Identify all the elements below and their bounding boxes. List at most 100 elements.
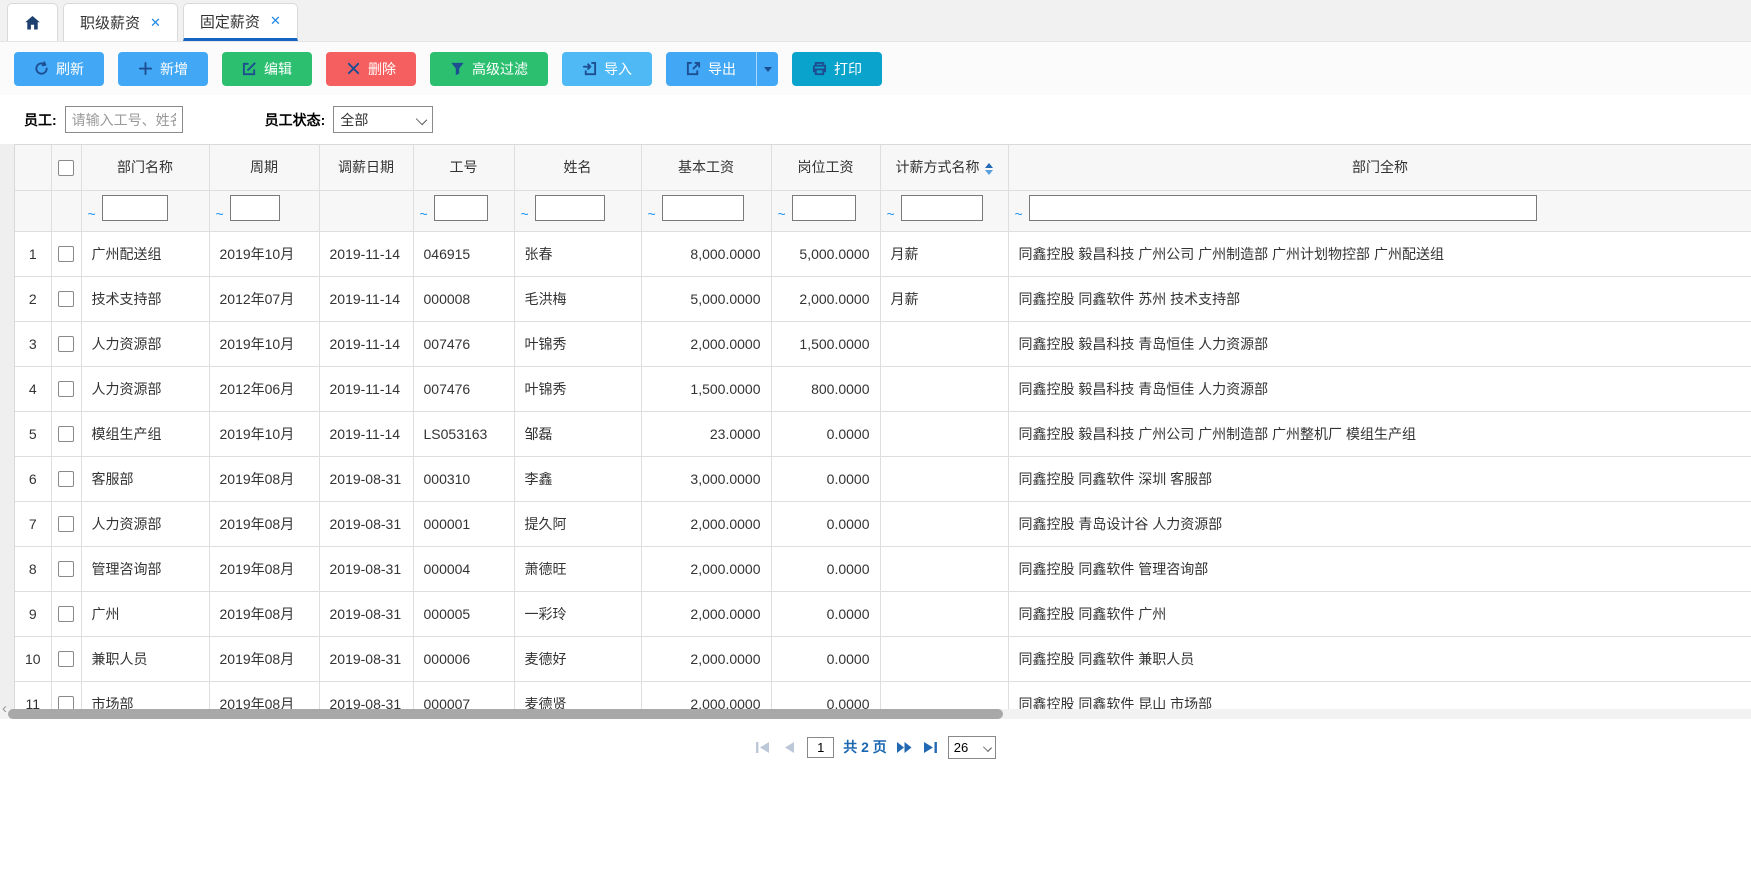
col-emp-no: 工号: [413, 145, 514, 190]
col-dept-full: 部门全称: [1008, 145, 1751, 190]
scroll-left-icon[interactable]: ‹: [2, 700, 7, 717]
cell-dept-full: 同鑫控股 毅昌科技 青岛恒佳 人力资源部: [1008, 366, 1751, 411]
cell-pay-method: [880, 321, 1008, 366]
prev-page-icon[interactable]: [781, 740, 798, 755]
sort-icon[interactable]: [985, 163, 993, 175]
last-page-icon[interactable]: [922, 740, 939, 755]
row-checkbox[interactable]: [58, 471, 74, 487]
row-checkbox[interactable]: [58, 336, 74, 352]
cell-emp-no: LS053163: [413, 411, 514, 456]
select-all-checkbox[interactable]: [58, 160, 74, 176]
row-checkbox[interactable]: [58, 381, 74, 397]
export-button[interactable]: 导出: [666, 52, 756, 86]
cell-dept-name: 广州: [81, 591, 209, 636]
print-button[interactable]: 打印: [792, 52, 882, 86]
delete-button[interactable]: 删除: [326, 52, 416, 86]
filter-input-name[interactable]: [535, 195, 605, 221]
row-checkbox[interactable]: [58, 291, 74, 307]
toolbar: 刷新 新增 编辑 删除 高级过滤 导入 导出 打印: [0, 42, 1751, 95]
row-checkbox-cell: [51, 276, 81, 321]
cell-name: 叶锦秀: [514, 366, 641, 411]
employee-status-label: 员工状态:: [265, 110, 326, 130]
home-icon: [24, 15, 41, 31]
table-row[interactable]: 8管理咨询部2019年08月2019-08-31000004萧德旺2,000.0…: [15, 546, 1751, 591]
cell-dept-name: 人力资源部: [81, 501, 209, 546]
filter-input-base-salary[interactable]: [662, 195, 744, 221]
import-button[interactable]: 导入: [562, 52, 652, 86]
table-row[interactable]: 1广州配送组2019年10月2019-11-14046915张春8,000.00…: [15, 231, 1751, 276]
cell-base-salary: 23.0000: [641, 411, 771, 456]
row-number: 2: [15, 276, 51, 321]
cell-emp-no: 000004: [413, 546, 514, 591]
filter-input-emp-no[interactable]: [434, 195, 488, 221]
filter-input-dept-full[interactable]: [1029, 195, 1537, 221]
row-checkbox[interactable]: [58, 696, 74, 709]
row-checkbox[interactable]: [58, 651, 74, 667]
table-row[interactable]: 6客服部2019年08月2019-08-31000310李鑫3,000.0000…: [15, 456, 1751, 501]
cell-adjust-date: 2019-08-31: [319, 456, 413, 501]
cell-pay-method: [880, 366, 1008, 411]
cell-dept-full: 同鑫控股 毅昌科技 广州公司 广州制造部 广州计划物控部 广州配送组: [1008, 231, 1751, 276]
close-icon[interactable]: ✕: [150, 15, 161, 31]
tab-guding-xinzi[interactable]: 固定薪资 ✕: [183, 3, 298, 41]
row-number: 11: [15, 681, 51, 709]
cell-period: 2012年07月: [209, 276, 319, 321]
row-checkbox-cell: [51, 591, 81, 636]
home-tab[interactable]: [7, 3, 58, 41]
cell-period: 2019年10月: [209, 231, 319, 276]
header-rownum: [15, 145, 51, 190]
funnel-icon: [450, 61, 465, 76]
filter-input-period[interactable]: [230, 195, 280, 221]
plus-icon: [138, 61, 153, 76]
cell-pay-method: [880, 411, 1008, 456]
cell-period: 2019年08月: [209, 591, 319, 636]
cell-adjust-date: 2019-11-14: [319, 231, 413, 276]
horizontal-scrollbar[interactable]: ‹: [0, 709, 1751, 719]
next-page-icon[interactable]: [896, 740, 913, 755]
scrollbar-thumb[interactable]: [8, 709, 1003, 719]
filter-input-pay-method[interactable]: [901, 195, 983, 221]
row-checkbox-cell: [51, 366, 81, 411]
table-row[interactable]: 10兼职人员2019年08月2019-08-31000006麦德好2,000.0…: [15, 636, 1751, 681]
page-size-select[interactable]: 26: [948, 736, 996, 759]
add-button[interactable]: 新增: [118, 52, 208, 86]
tab-zhiji-xinzi[interactable]: 职级薪资 ✕: [63, 3, 178, 41]
row-checkbox[interactable]: [58, 606, 74, 622]
col-dept-name: 部门名称: [81, 145, 209, 190]
page-number-input[interactable]: [807, 737, 834, 758]
employee-search-input[interactable]: [65, 106, 183, 133]
pagination-bar: 共 2 页 26: [0, 719, 1751, 775]
first-page-icon[interactable]: [755, 740, 772, 755]
table-row[interactable]: 4人力资源部2012年06月2019-11-14007476叶锦秀1,500.0…: [15, 366, 1751, 411]
edit-button[interactable]: 编辑: [222, 52, 312, 86]
col-pay-method[interactable]: 计薪方式名称: [880, 145, 1008, 190]
tab-bar: 职级薪资 ✕ 固定薪资 ✕: [0, 0, 1751, 42]
filter-input-post-salary[interactable]: [792, 195, 856, 221]
import-icon: [582, 61, 597, 76]
cell-base-salary: 8,000.0000: [641, 231, 771, 276]
table-row[interactable]: 7人力资源部2019年08月2019-08-31000001提久阿2,000.0…: [15, 501, 1751, 546]
cell-adjust-date: 2019-11-14: [319, 411, 413, 456]
row-checkbox[interactable]: [58, 426, 74, 442]
advanced-filter-button[interactable]: 高级过滤: [430, 52, 548, 86]
table-row[interactable]: 11市场部2019年08月2019-08-31000007麦德贤2,000.00…: [15, 681, 1751, 709]
col-adjust-date: 调薪日期: [319, 145, 413, 190]
cell-adjust-date: 2019-11-14: [319, 366, 413, 411]
table-row[interactable]: 3人力资源部2019年10月2019-11-14007476叶锦秀2,000.0…: [15, 321, 1751, 366]
refresh-button[interactable]: 刷新: [14, 52, 104, 86]
col-name: 姓名: [514, 145, 641, 190]
employee-status-select[interactable]: 全部: [333, 106, 433, 133]
table-row[interactable]: 9广州2019年08月2019-08-31000005一彩玲2,000.0000…: [15, 591, 1751, 636]
cell-post-salary: 1,500.0000: [771, 321, 880, 366]
cell-dept-name: 市场部: [81, 681, 209, 709]
cell-pay-method: [880, 636, 1008, 681]
table-row[interactable]: 2技术支持部2012年07月2019-11-14000008毛洪梅5,000.0…: [15, 276, 1751, 321]
close-icon[interactable]: ✕: [270, 13, 281, 29]
export-dropdown-toggle[interactable]: [756, 52, 778, 86]
cell-emp-no: 046915: [413, 231, 514, 276]
row-checkbox[interactable]: [58, 246, 74, 262]
table-row[interactable]: 5模组生产组2019年10月2019-11-14LS053163邹磊23.000…: [15, 411, 1751, 456]
row-checkbox[interactable]: [58, 561, 74, 577]
row-checkbox[interactable]: [58, 516, 74, 532]
filter-input-dept[interactable]: [102, 195, 168, 221]
